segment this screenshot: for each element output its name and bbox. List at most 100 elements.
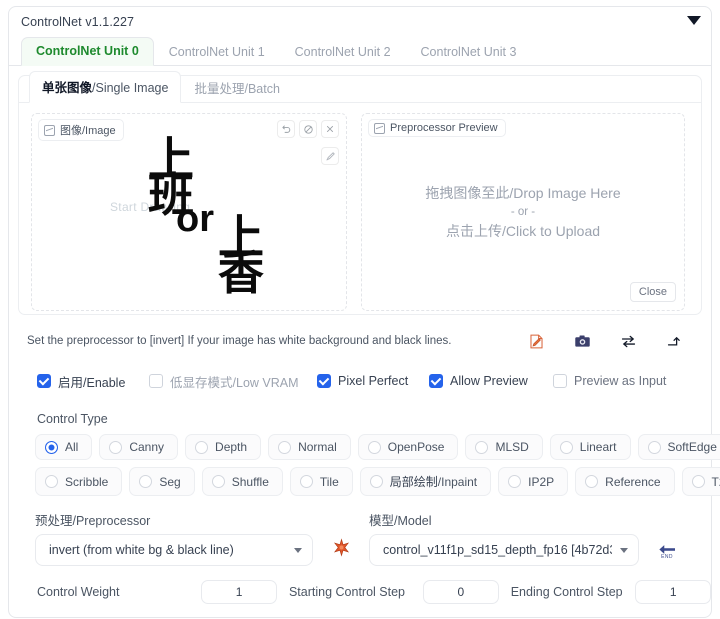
checkbox-low-vram-en: /Low VRAM bbox=[232, 375, 299, 390]
brush-tool-group bbox=[321, 147, 339, 165]
radio-mlsd[interactable] bbox=[475, 440, 489, 454]
tab-controlnet-unit-2[interactable]: ControlNet Unit 2 bbox=[280, 38, 406, 66]
checkbox-enable-box[interactable] bbox=[37, 374, 51, 388]
radio-depth[interactable] bbox=[195, 440, 209, 454]
control-type-shuffle-label: Shuffle bbox=[231, 474, 269, 489]
arrow-left-end-icon[interactable]: END bbox=[657, 543, 677, 560]
radio-normal[interactable] bbox=[278, 440, 292, 454]
checkbox-preview-as-input-box[interactable] bbox=[553, 374, 567, 388]
tab-controlnet-unit-1[interactable]: ControlNet Unit 1 bbox=[154, 38, 280, 66]
chevron-down-icon[interactable] bbox=[687, 16, 701, 25]
control-type-seg-label: Seg bbox=[159, 474, 181, 489]
image-toolbar bbox=[277, 120, 339, 138]
checkbox-pixel-perfect-box[interactable] bbox=[317, 374, 331, 388]
checkbox-allow-preview-label: Allow Preview bbox=[450, 374, 528, 388]
checkbox-allow-preview-box[interactable] bbox=[429, 374, 443, 388]
tab-controlnet-unit-0[interactable]: ControlNet Unit 0 bbox=[21, 37, 154, 66]
radio-t2ia[interactable] bbox=[691, 475, 705, 488]
input-image-artwork: Start Draw ing 上 班 or 上 香 bbox=[32, 114, 346, 310]
eraser-icon[interactable] bbox=[299, 120, 317, 138]
radio-ip2p[interactable] bbox=[508, 475, 522, 488]
radio-canny[interactable] bbox=[109, 440, 123, 454]
control-type-inpaint[interactable]: 局部绘制/Inpaint bbox=[359, 467, 492, 496]
image-panels: 图像/Image Start Draw ing 上 班 or 上 香 Prepr… bbox=[19, 103, 701, 311]
brush-icon[interactable] bbox=[321, 147, 339, 165]
control-type-seg[interactable]: Seg bbox=[129, 467, 195, 496]
control-type-openpose-label: OpenPose bbox=[387, 440, 445, 454]
tab-single-image-cn: 单张图像 bbox=[42, 81, 93, 95]
control-type-depth-label: Depth bbox=[215, 440, 248, 454]
refresh-models-slot: END bbox=[639, 510, 695, 566]
chevron-down-icon[interactable] bbox=[294, 547, 302, 553]
radio-reference[interactable] bbox=[585, 475, 599, 488]
ending-control-step-input[interactable]: 1 bbox=[635, 580, 712, 604]
radio-inpaint[interactable] bbox=[369, 475, 383, 488]
radio-all[interactable] bbox=[45, 440, 58, 454]
control-type-scribble[interactable]: Scribble bbox=[35, 467, 123, 496]
preprocessor-preview-dropzone[interactable]: Preprocessor Preview 拖拽图像至此/Drop Image H… bbox=[361, 113, 685, 311]
panel-header[interactable]: ControlNet v1.1.227 bbox=[9, 7, 711, 37]
control-type-openpose[interactable]: OpenPose bbox=[357, 434, 459, 460]
radio-shuffle[interactable] bbox=[211, 475, 225, 488]
radio-lineart[interactable] bbox=[559, 440, 573, 454]
preprocessor-dropdown[interactable]: invert (from white bg & black line) bbox=[35, 534, 313, 566]
input-image-dropzone[interactable]: 图像/Image Start Draw ing 上 班 or 上 香 bbox=[31, 113, 347, 311]
preview-chip: Preprocessor Preview bbox=[368, 119, 506, 137]
checkbox-enable[interactable]: 启用/Enable bbox=[37, 372, 149, 391]
control-type-canny[interactable]: Canny bbox=[99, 434, 179, 460]
upload-text-cn: 点击上传 bbox=[445, 223, 502, 239]
checkbox-low-vram-box[interactable] bbox=[149, 374, 163, 388]
control-type-ip2p[interactable]: IP2P bbox=[498, 467, 569, 496]
tab-batch[interactable]: 批量处理/Batch bbox=[181, 72, 292, 103]
control-type-softedge[interactable]: SoftEdge bbox=[637, 434, 720, 460]
preprocessor-hint-row: Set the preprocessor to [invert] If your… bbox=[27, 328, 693, 354]
control-type-all[interactable]: All bbox=[35, 434, 93, 460]
starting-control-step-input[interactable]: 0 bbox=[423, 580, 499, 604]
chevron-down-icon[interactable] bbox=[620, 547, 628, 553]
control-type-tile[interactable]: Tile bbox=[289, 467, 353, 496]
control-type-lineart[interactable]: Lineart bbox=[549, 434, 631, 460]
tab-single-image[interactable]: 单张图像/Single Image bbox=[29, 71, 182, 103]
model-group: 模型/Model control_v11f1p_sd15_depth_fp16 … bbox=[369, 510, 639, 566]
control-type-normal[interactable]: Normal bbox=[268, 434, 351, 460]
undo-icon[interactable] bbox=[277, 120, 295, 138]
model-dropdown[interactable]: control_v11f1p_sd15_depth_fp16 [4b72d323… bbox=[369, 534, 639, 566]
sparkle-icon[interactable] bbox=[332, 538, 351, 560]
control-type-mlsd[interactable]: MLSD bbox=[465, 434, 543, 460]
control-type-row-2: Scribble Seg Shuffle Tile 局部绘制/Inpaint I… bbox=[35, 467, 720, 496]
control-type-t2ia[interactable]: T2IA bbox=[681, 467, 720, 496]
checkbox-preview-as-input[interactable]: Preview as Input bbox=[553, 374, 666, 388]
control-type-inpaint-en: /Inpaint bbox=[437, 475, 478, 489]
image-chip: 图像/Image bbox=[38, 119, 124, 141]
checkbox-low-vram[interactable]: 低显存模式/Low VRAM bbox=[149, 372, 317, 391]
tab-batch-cn: 批量处理 bbox=[194, 82, 245, 96]
control-weight-input[interactable]: 1 bbox=[201, 580, 277, 604]
edit-image-icon[interactable] bbox=[527, 332, 545, 350]
preprocessor-hint-text: Set the preprocessor to [invert] If your… bbox=[27, 335, 452, 347]
checkbox-pixel-perfect[interactable]: Pixel Perfect bbox=[317, 374, 429, 388]
tab-controlnet-unit-3[interactable]: ControlNet Unit 3 bbox=[406, 38, 532, 66]
control-type-shuffle[interactable]: Shuffle bbox=[201, 467, 283, 496]
control-type-row-1: All Canny Depth Normal OpenPose MLSD Lin… bbox=[35, 434, 720, 460]
swap-icon[interactable] bbox=[619, 332, 637, 350]
checkbox-allow-preview[interactable]: Allow Preview bbox=[429, 374, 553, 388]
mode-tab-bar: 单张图像/Single Image 批量处理/Batch bbox=[19, 71, 701, 103]
radio-tile[interactable] bbox=[299, 475, 313, 488]
close-icon[interactable] bbox=[321, 120, 339, 138]
preview-chip-label: Preprocessor Preview bbox=[390, 122, 498, 134]
control-type-scribble-label: Scribble bbox=[65, 474, 109, 489]
camera-icon[interactable] bbox=[573, 332, 591, 350]
tab-batch-en: /Batch bbox=[244, 82, 280, 96]
tab-single-image-en: /Single Image bbox=[92, 81, 169, 95]
arrow-left-end-icon-text: END bbox=[661, 554, 673, 560]
artwork-glyph-or: or bbox=[176, 198, 214, 240]
image-icon bbox=[44, 124, 55, 136]
radio-softedge[interactable] bbox=[647, 440, 661, 454]
close-preview-button[interactable]: Close bbox=[629, 282, 676, 302]
control-type-depth[interactable]: Depth bbox=[185, 434, 262, 460]
radio-openpose[interactable] bbox=[367, 440, 381, 454]
radio-seg[interactable] bbox=[139, 475, 153, 488]
control-type-reference[interactable]: Reference bbox=[575, 467, 675, 496]
radio-scribble[interactable] bbox=[45, 475, 58, 488]
send-to-icon[interactable] bbox=[665, 332, 683, 350]
